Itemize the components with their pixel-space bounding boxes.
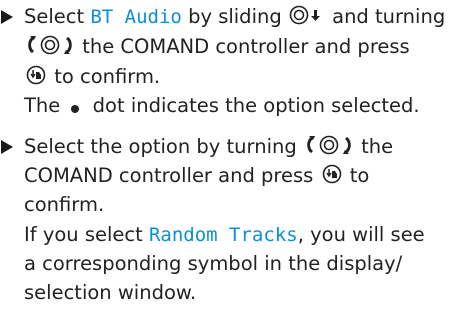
step2-line1: Select the option by turning the (24, 135, 393, 159)
bullet-arrow-icon (1, 140, 13, 154)
step1-line4: The dot indicates the option selected. (24, 94, 420, 118)
step1-text: and turning (325, 5, 446, 28)
step1-text: by sliding (181, 5, 288, 28)
step2-text: the (354, 135, 394, 158)
step2-line5: a corresponding symbol in the display/ (24, 252, 403, 275)
step1-line1: Select BT Audio by sliding and turning (24, 5, 445, 29)
step2-line2: COMAND controller and press to (24, 164, 369, 188)
step2-line4: If you select Random Tracks, you will se… (24, 223, 425, 247)
step2-text: COMAND controller and press (24, 164, 320, 187)
dot-icon (70, 104, 80, 114)
step1-text: Select (24, 5, 91, 28)
step2-text: , you will see (297, 223, 425, 246)
step2-line3: confirm. (24, 193, 105, 216)
random-tracks-highlight: Random Tracks (148, 224, 298, 246)
instruction-document: Select BT Audio by sliding and turning t… (0, 0, 469, 311)
controller-slide-down-icon (289, 5, 325, 25)
step2-text: If you select (24, 223, 149, 246)
step1-text: dot indicates the option selected. (86, 94, 420, 117)
step2-text: Select the option by turning (24, 135, 303, 158)
controller-press-icon (25, 65, 47, 85)
controller-turn-icon (304, 135, 354, 155)
step1-text: to confirm. (48, 65, 161, 88)
step2-text: to (343, 164, 370, 187)
bullet-arrow-icon (1, 10, 13, 24)
step1-line2: the COMAND controller and press (24, 35, 410, 59)
step2-line6: selection window. (24, 281, 197, 304)
controller-turn-icon (25, 35, 75, 55)
step1-text: The (24, 94, 67, 117)
controller-press-icon (321, 164, 343, 184)
step1-line3: to confirm. (24, 65, 160, 89)
bt-audio-highlight: BT Audio (90, 6, 182, 28)
step1-text: the COMAND controller and press (76, 35, 410, 58)
